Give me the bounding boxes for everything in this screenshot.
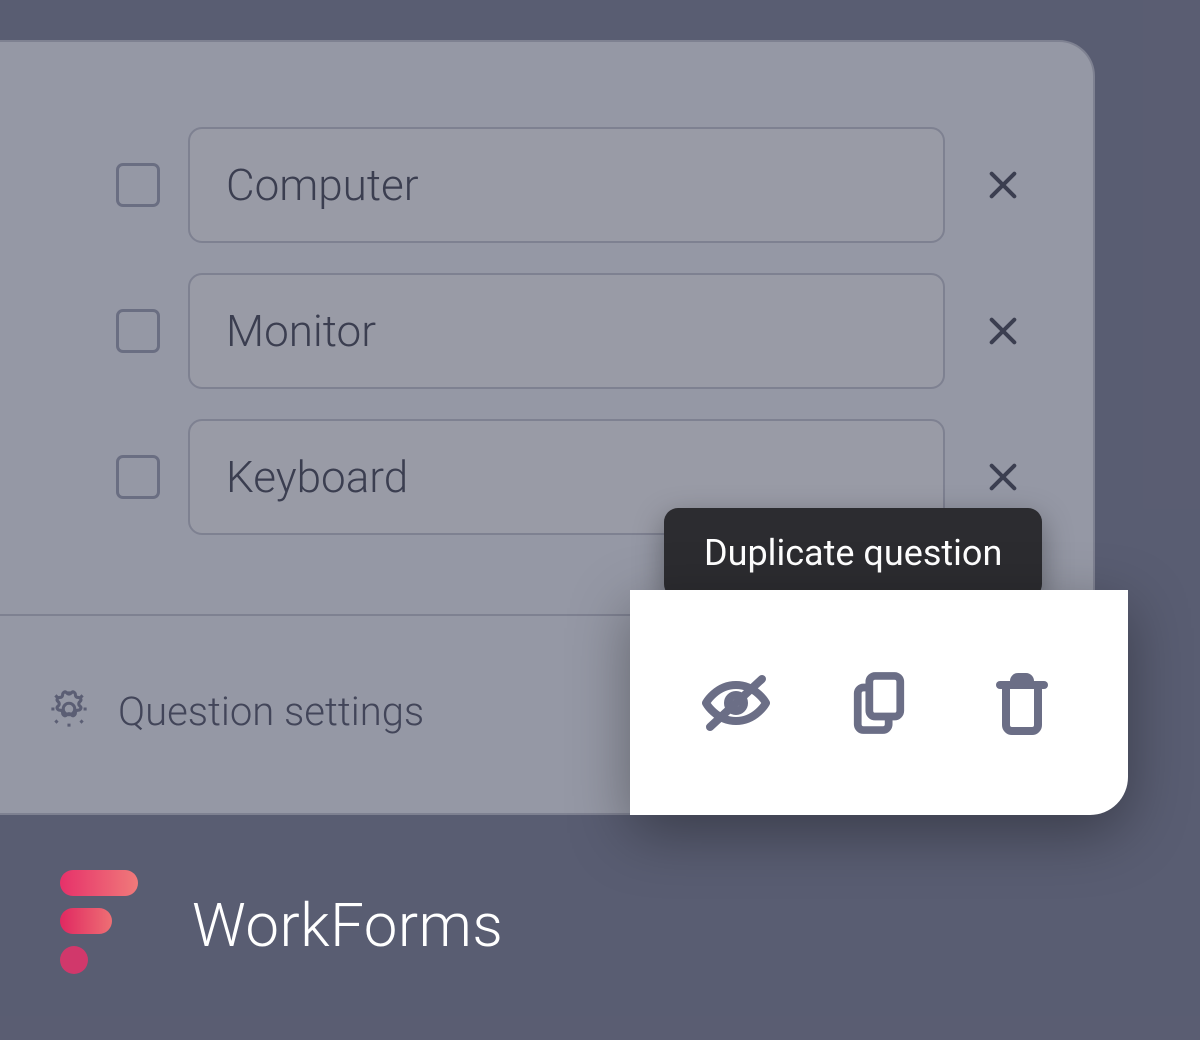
delete-question-button[interactable] [977,658,1067,748]
copy-icon [850,670,908,736]
action-popover [630,590,1128,815]
tooltip: Duplicate question [664,508,1042,598]
brand-name: WorkForms [192,890,503,961]
duplicate-question-button[interactable] [834,658,924,748]
eye-off-icon [702,675,770,731]
brand-logo-icon [60,870,150,980]
trash-icon [994,671,1050,735]
brand: WorkForms [60,870,503,980]
hide-question-button[interactable] [691,658,781,748]
